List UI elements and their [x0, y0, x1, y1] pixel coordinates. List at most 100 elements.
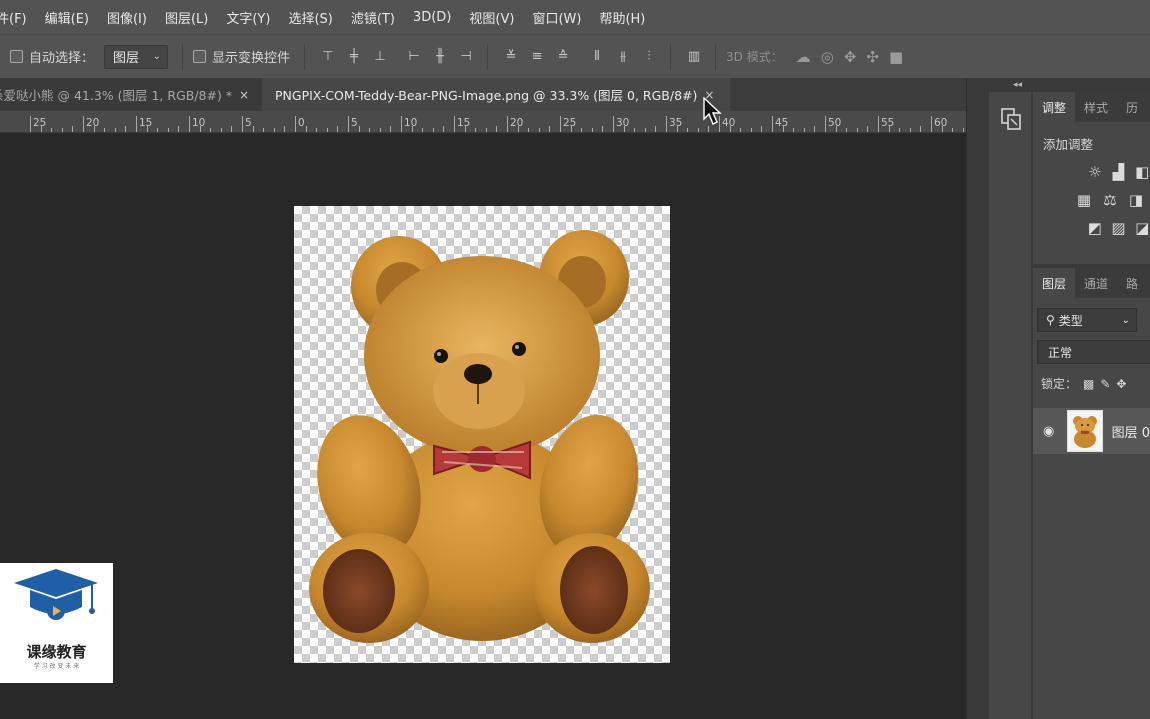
- close-icon[interactable]: ×: [239, 88, 249, 102]
- auto-select-target-dropdown[interactable]: 图层 ⌄: [104, 44, 169, 69]
- collapse-panels-icon[interactable]: ◂◂: [1013, 80, 1022, 90]
- properties-panel-icon[interactable]: [999, 106, 1023, 132]
- tab-layers[interactable]: 图层: [1033, 268, 1076, 298]
- distribute-vcenter-icon[interactable]: ≡: [530, 49, 544, 64]
- distribute-hcenter-icon[interactable]: ⫵: [616, 49, 630, 64]
- ruler-minor-tick: [549, 126, 551, 132]
- drag-3d-icon[interactable]: ✥: [844, 48, 857, 66]
- lock-position-icon[interactable]: ✥: [1116, 377, 1126, 391]
- ruler-minor-tick: [941, 126, 943, 132]
- align-right-icon[interactable]: ⊣: [459, 49, 473, 64]
- ruler-minor-tick: [40, 126, 42, 132]
- auto-select-target-value: 图层: [113, 51, 140, 66]
- ruler-minor-tick: [835, 126, 837, 132]
- menu-type[interactable]: 文字(Y): [217, 8, 279, 27]
- hue-saturation-icon[interactable]: ▦: [1075, 191, 1093, 209]
- layer-filter-dropdown[interactable]: ⚲ 类型 ⌄: [1037, 308, 1137, 332]
- ruler-minor-tick: [899, 128, 901, 132]
- brightness-contrast-icon[interactable]: ☼: [1087, 163, 1103, 181]
- camera-3d-icon[interactable]: ■: [889, 48, 903, 66]
- align-left-icon[interactable]: ⊢: [407, 49, 421, 64]
- menu-image[interactable]: 图像(I): [98, 8, 156, 27]
- gradient-map-icon[interactable]: ▨: [1111, 219, 1127, 237]
- ruler-minor-tick: [199, 126, 201, 132]
- curves-icon[interactable]: ◧: [1134, 163, 1150, 181]
- ruler-minor-tick: [411, 126, 413, 132]
- ruler-minor-tick: [93, 126, 95, 132]
- ruler-major-tick: [931, 116, 932, 132]
- logo-title: 课缘教育: [26, 643, 87, 661]
- menu-filter[interactable]: 滤镜(T): [342, 8, 404, 27]
- tab-paths[interactable]: 路: [1117, 268, 1147, 298]
- ruler-minor-tick: [443, 126, 445, 132]
- blend-mode-dropdown[interactable]: 正常: [1037, 340, 1150, 364]
- menu-bar: 件(F) 编辑(E) 图像(I) 图层(L) 文字(Y) 选择(S) 滤镜(T)…: [0, 0, 1150, 34]
- distribute-bottom-icon[interactable]: ≙: [556, 49, 570, 64]
- layer-row[interactable]: ◉ 图层 0: [1033, 408, 1150, 454]
- ruler-minor-tick: [697, 128, 699, 132]
- menu-file[interactable]: 件(F): [0, 8, 36, 27]
- align-vcenter-icon[interactable]: ╪: [347, 49, 361, 64]
- ruler-minor-tick: [856, 128, 858, 132]
- menu-view[interactable]: 视图(V): [460, 8, 523, 27]
- ruler-minor-tick: [888, 126, 890, 132]
- menu-edit[interactable]: 编辑(E): [36, 8, 98, 27]
- align-top-icon[interactable]: ⊤: [321, 49, 335, 64]
- lock-paint-icon[interactable]: ✎: [1100, 377, 1110, 391]
- show-transform-checkbox[interactable]: [193, 50, 207, 63]
- menu-3d[interactable]: 3D(D): [404, 10, 460, 25]
- adjustments-panel-tabs: 调整 样式 历: [1033, 92, 1150, 122]
- slide-3d-icon[interactable]: ✣: [866, 48, 879, 66]
- document-canvas[interactable]: [294, 206, 670, 663]
- auto-align-icon[interactable]: ▥: [687, 49, 701, 64]
- ruler-label: 5: [351, 117, 358, 129]
- menu-help[interactable]: 帮助(H): [590, 8, 654, 27]
- menu-window[interactable]: 窗口(W): [523, 8, 590, 27]
- menu-layer[interactable]: 图层(L): [156, 8, 217, 27]
- tab-styles[interactable]: 样式: [1075, 92, 1117, 122]
- tab-document-2[interactable]: PNGPIX-COM-Teddy-Bear-PNG-Image.png @ 33…: [262, 78, 730, 111]
- align-hcenter-icon[interactable]: ╫: [433, 49, 447, 64]
- tab-document-1[interactable]: 杀爱哒小熊 @ 41.3% (图层 1, RGB/8#) * ×: [0, 78, 262, 111]
- eye-visibility-icon[interactable]: ◉: [1043, 424, 1055, 439]
- lock-transparency-icon[interactable]: ▩: [1083, 377, 1094, 391]
- tab-channels[interactable]: 通道: [1075, 268, 1117, 298]
- ruler-minor-tick: [210, 128, 212, 132]
- invert-icon[interactable]: ◩: [1087, 219, 1103, 237]
- ruler-minor-tick: [61, 128, 63, 132]
- ruler-minor-tick: [803, 128, 805, 132]
- ruler-minor-tick: [528, 128, 530, 132]
- distribute-left-icon[interactable]: ⫴: [590, 49, 604, 64]
- tab-adjustments[interactable]: 调整: [1033, 92, 1076, 122]
- levels-icon[interactable]: ▟: [1111, 163, 1127, 181]
- ruler-minor-tick: [634, 128, 636, 132]
- ruler-major-tick: [825, 116, 826, 132]
- horizontal-ruler[interactable]: 25 20 15 10 5 0 5 10 15 20 25 30 35 40 45 50 55 60: [0, 111, 975, 133]
- menu-select[interactable]: 选择(S): [279, 8, 341, 27]
- color-balance-icon[interactable]: ⚖: [1101, 191, 1119, 209]
- divider: [182, 43, 184, 70]
- ruler-minor-tick: [104, 128, 106, 132]
- black-white-icon[interactable]: ◨: [1127, 191, 1145, 209]
- distribute-right-icon[interactable]: ⫶: [642, 49, 656, 64]
- orbit-3d-icon[interactable]: ☁: [796, 48, 811, 66]
- ruler-minor-tick: [422, 128, 424, 132]
- ruler-label: 5: [245, 117, 252, 129]
- ruler-major-tick: [507, 116, 508, 132]
- canvas-vertical-scrollbar[interactable]: [966, 78, 987, 719]
- roll-3d-icon[interactable]: ◎: [821, 48, 834, 66]
- ruler-minor-tick: [485, 128, 487, 132]
- ruler-major-tick: [878, 116, 879, 132]
- selective-color-icon[interactable]: ◪: [1134, 219, 1150, 237]
- tab-history[interactable]: 历: [1117, 92, 1147, 122]
- adjustment-icons-row-2: ▦ ⚖ ◨: [1075, 191, 1150, 209]
- distribute-top-icon[interactable]: ≚: [504, 49, 518, 64]
- ruler-minor-tick: [591, 128, 593, 132]
- ruler-minor-tick: [369, 128, 371, 132]
- divider: [487, 43, 489, 70]
- ruler-minor-tick: [729, 126, 731, 132]
- ruler-minor-tick: [962, 128, 964, 132]
- auto-select-checkbox[interactable]: [10, 50, 23, 63]
- align-bottom-icon[interactable]: ⊥: [373, 49, 387, 64]
- ruler-minor-tick: [157, 128, 159, 132]
